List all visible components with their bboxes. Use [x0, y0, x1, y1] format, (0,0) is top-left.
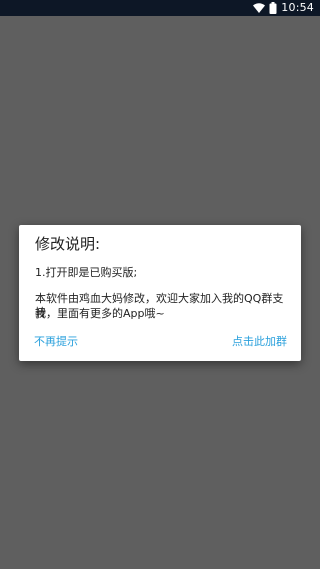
dialog-message-line-3: 我，里面有更多的App哦~ [35, 307, 165, 320]
status-bar: 10:54 [0, 0, 320, 16]
join-group-button[interactable]: 点击此加群 [232, 335, 287, 349]
dialog-message-line-1: 1.打开即是已购买版; [35, 266, 138, 279]
battery-icon [269, 2, 277, 14]
status-indicators: 10:54 [253, 1, 314, 15]
status-time: 10:54 [281, 1, 314, 14]
wifi-icon [253, 3, 266, 13]
dont-show-again-button[interactable]: 不再提示 [34, 335, 78, 349]
dialog-title: 修改说明: [35, 235, 101, 253]
modification-notice-dialog: 修改说明: 1.打开即是已购买版; 本软件由鸡血大妈修改，欢迎大家加入我的QQ群… [19, 225, 301, 361]
